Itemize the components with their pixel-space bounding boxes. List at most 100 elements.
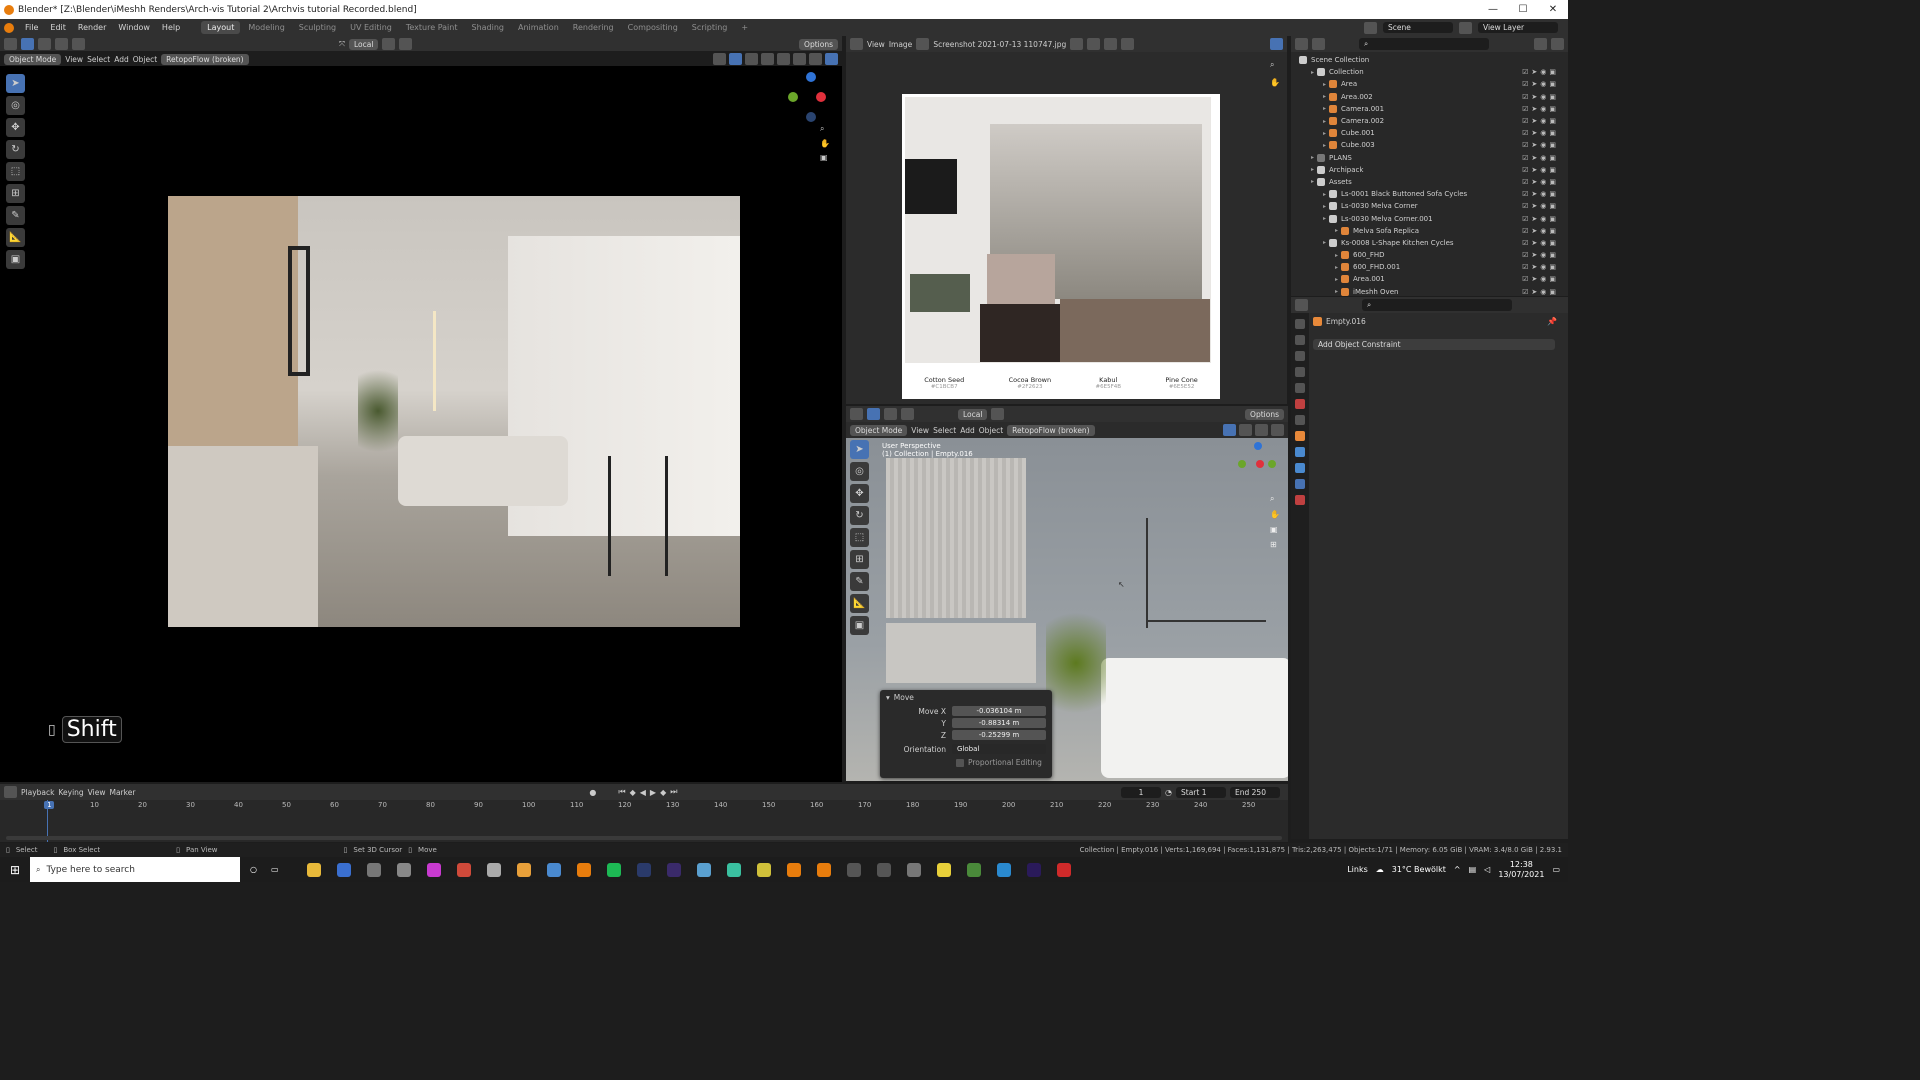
tray-icon[interactable]: ^	[1454, 865, 1461, 874]
menu-object[interactable]: Object	[979, 426, 1003, 435]
expand-arrow-icon[interactable]: ▸	[1311, 69, 1314, 76]
cursor-tool-icon[interactable]: ◎	[6, 96, 25, 115]
select-icon[interactable]: ➤	[1531, 239, 1537, 247]
play-reverse-icon[interactable]: ◀	[640, 788, 646, 797]
transform-orientation-dropdown[interactable]: Local	[958, 408, 988, 420]
jump-end-icon[interactable]: ⏭	[670, 787, 677, 797]
checkbox-icon[interactable]: ☑	[1522, 80, 1528, 88]
start-frame-field[interactable]: Start 1	[1176, 786, 1226, 798]
premiere-icon[interactable]	[1026, 862, 1041, 877]
editor-type-icon[interactable]	[4, 786, 17, 798]
tab-compositing[interactable]: Compositing	[622, 21, 684, 34]
editor-type-icon[interactable]	[4, 38, 17, 50]
checkbox-icon[interactable]: ☑	[1522, 117, 1528, 125]
eye-icon[interactable]: ◉	[1540, 93, 1546, 101]
menu-add[interactable]: Add	[114, 55, 129, 64]
camera-icon[interactable]: ▣	[1549, 141, 1556, 149]
unlink-image-icon[interactable]	[1104, 38, 1118, 50]
notifications-icon[interactable]: ▭	[1552, 865, 1560, 874]
checkbox-icon[interactable]: ☑	[1522, 215, 1528, 223]
display-mode-icon[interactable]	[1312, 38, 1325, 50]
outliner-row[interactable]: ▸ Cube.003 ☑ ➤ ◉ ▣	[1295, 139, 1564, 151]
end-frame-field[interactable]: End 250	[1230, 786, 1280, 798]
move-x-field[interactable]: -0.036104 m	[952, 706, 1046, 716]
app-icon[interactable]	[906, 862, 921, 877]
select-icon[interactable]: ➤	[1531, 215, 1537, 223]
eye-icon[interactable]: ◉	[1540, 263, 1546, 271]
expand-arrow-icon[interactable]: ▸	[1323, 203, 1326, 210]
outliner-row[interactable]: ▸ Archipack ☑ ➤ ◉ ▣	[1295, 164, 1564, 176]
add-workspace-button[interactable]: +	[735, 21, 754, 34]
checkbox-icon[interactable]: ☑	[1522, 105, 1528, 113]
select-icon[interactable]: ➤	[1531, 93, 1537, 101]
menu-marker[interactable]: Marker	[109, 788, 135, 797]
select-tool-icon[interactable]: ➤	[850, 440, 869, 459]
tab-layout[interactable]: Layout	[201, 21, 241, 34]
proportional-checkbox[interactable]	[956, 758, 964, 767]
select-box-icon[interactable]	[21, 38, 34, 50]
outliner-row[interactable]: ▸ Area.001 ☑ ➤ ◉ ▣	[1295, 273, 1564, 285]
play-icon[interactable]: ▶	[650, 788, 656, 797]
camera-icon[interactable]: ▣	[1549, 68, 1556, 76]
annotate-tool-icon[interactable]: ✎	[6, 206, 25, 225]
scale-tool-icon[interactable]: ⬚	[850, 528, 869, 547]
eye-icon[interactable]: ◉	[1540, 275, 1546, 283]
taskbar-search-input[interactable]: Type here to search	[46, 865, 134, 875]
scene-icon[interactable]	[1364, 21, 1377, 34]
view-layer-selector[interactable]: View Layer	[1478, 22, 1558, 33]
checkbox-icon[interactable]: ☑	[1522, 154, 1528, 162]
checkbox-icon[interactable]: ☑	[1522, 93, 1528, 101]
minimize-button[interactable]: —	[1478, 4, 1508, 15]
menu-file[interactable]: File	[20, 23, 43, 32]
app-icon[interactable]	[696, 862, 711, 877]
outliner-row[interactable]: ▸ Area ☑ ➤ ◉ ▣	[1295, 78, 1564, 90]
output-tab-icon[interactable]	[1295, 351, 1305, 361]
record-icon[interactable]: ●	[589, 788, 596, 797]
retopoflow-dropdown[interactable]: RetopoFlow (broken)	[161, 53, 249, 65]
eye-icon[interactable]: ◉	[1540, 68, 1546, 76]
zoom-icon[interactable]: ⌕	[820, 124, 830, 134]
blender-menu-icon[interactable]	[4, 22, 14, 33]
expand-arrow-icon[interactable]: ▸	[1311, 166, 1314, 173]
checkbox-icon[interactable]: ☑	[1522, 68, 1528, 76]
camera-icon[interactable]: ▣	[1549, 190, 1556, 198]
app-icon[interactable]	[486, 862, 501, 877]
select-icon[interactable]: ➤	[1531, 288, 1537, 296]
tab-scripting[interactable]: Scripting	[686, 21, 734, 34]
shading-solid-icon[interactable]	[793, 53, 806, 65]
chrome-icon[interactable]	[546, 862, 561, 877]
menu-object[interactable]: Object	[133, 55, 157, 64]
editor-type-icon[interactable]	[1295, 38, 1308, 50]
camera-icon[interactable]: ▣	[1549, 275, 1556, 283]
windows-start-icon[interactable]: ⊞	[0, 863, 30, 877]
checkbox-icon[interactable]: ☑	[1522, 251, 1528, 259]
camera-icon[interactable]: ▣	[1549, 251, 1556, 259]
app-icon[interactable]	[876, 862, 891, 877]
scene-tab-icon[interactable]	[1295, 383, 1305, 393]
tab-animation[interactable]: Animation	[512, 21, 565, 34]
camera-icon[interactable]: ▣	[1549, 178, 1556, 186]
mode-dropdown[interactable]: Object Mode	[4, 53, 62, 65]
camera-icon[interactable]: ▣	[1549, 288, 1556, 296]
move-y-field[interactable]: -0.88314 m	[952, 718, 1046, 728]
camera-icon[interactable]: ▣	[1549, 80, 1556, 88]
scale-tool-icon[interactable]: ⬚	[6, 162, 25, 181]
snap-icon[interactable]	[991, 408, 1005, 420]
zoom-icon[interactable]: ⌕	[1270, 494, 1280, 504]
options-dropdown[interactable]: Options	[1245, 408, 1284, 420]
outliner-row[interactable]: ▸ Ls-0030 Melva Corner ☑ ➤ ◉ ▣	[1295, 200, 1564, 212]
taskbar-search[interactable]: ⌕ Type here to search	[30, 857, 240, 882]
add-cube-tool-icon[interactable]: ▣	[850, 616, 869, 635]
transform-pivot-icon[interactable]: ⤧	[339, 39, 345, 49]
options-dropdown[interactable]: Options	[799, 38, 838, 50]
select-icon[interactable]: ➤	[1531, 80, 1537, 88]
editor-type-icon[interactable]	[850, 408, 863, 420]
app-icon[interactable]	[786, 862, 801, 877]
select-icon[interactable]: ➤	[1531, 68, 1537, 76]
pan-hand-icon[interactable]: ✋	[1270, 78, 1280, 87]
outliner-row[interactable]: ▸ PLANS ☑ ➤ ◉ ▣	[1295, 152, 1564, 164]
select-icon[interactable]: ➤	[1531, 263, 1537, 271]
camera-icon[interactable]: ▣	[1549, 215, 1556, 223]
properties-search-input[interactable]: ⌕	[1362, 299, 1512, 311]
checkbox-icon[interactable]: ☑	[1522, 202, 1528, 210]
